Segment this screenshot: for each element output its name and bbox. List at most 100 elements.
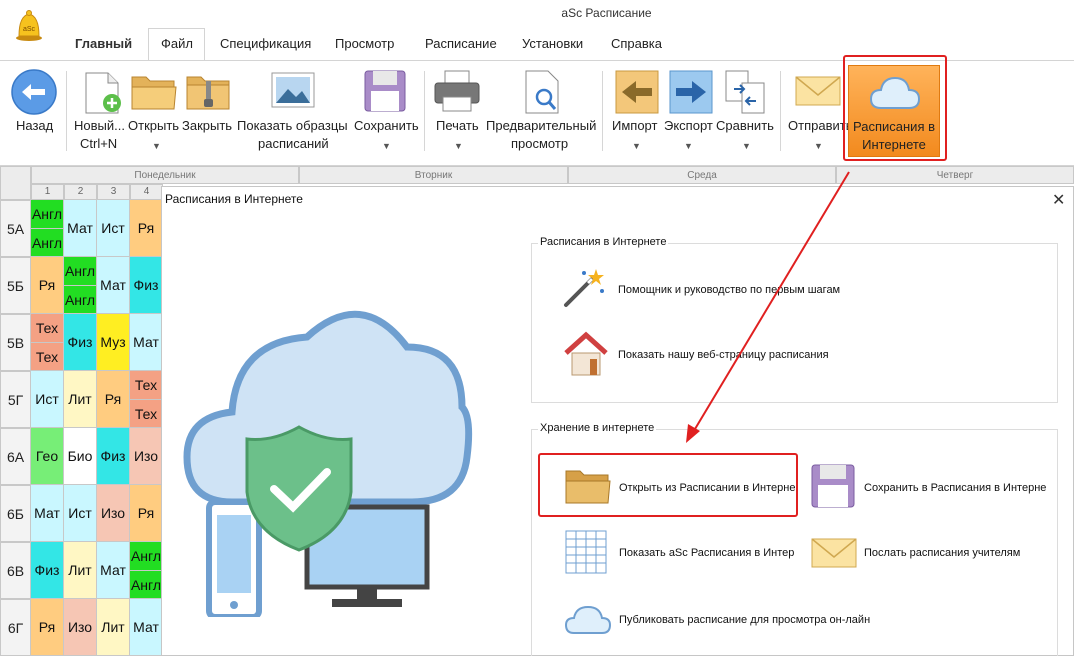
lesson-cell[interactable]: Био: [64, 428, 97, 485]
class-row-header[interactable]: 6Г: [0, 599, 31, 656]
tab-main[interactable]: Главный: [75, 36, 132, 51]
day-header-monday: Понедельник: [31, 166, 299, 184]
import-arrow-icon: [615, 70, 659, 114]
tab-help[interactable]: Справка: [611, 36, 662, 51]
send-button[interactable]: Отправить ▼: [786, 61, 852, 161]
tab-specification[interactable]: Спецификация: [220, 36, 311, 51]
tab-timetable[interactable]: Расписание: [425, 36, 497, 51]
period-header: 2: [64, 184, 97, 200]
online-timetables-dialog: Расписания в Интернете ✕ Расписания в Ин…: [161, 186, 1074, 656]
ribbon-separator: [424, 71, 425, 151]
tab-file[interactable]: Файл: [161, 36, 193, 51]
lesson-cell[interactable]: Мат: [97, 542, 130, 599]
ribbon-separator: [66, 71, 67, 151]
preview-magnifier-icon: [525, 70, 559, 114]
lesson-cell[interactable]: Англ: [130, 542, 163, 571]
class-row-header[interactable]: 6В: [0, 542, 31, 599]
period-header: 1: [31, 184, 64, 200]
save-button[interactable]: Сохранить ▼: [352, 61, 420, 161]
magic-wand-icon: [564, 269, 604, 307]
highlight-open-online: [538, 453, 798, 517]
ribbon-separator: [602, 71, 603, 151]
lesson-cell[interactable]: Изо: [97, 485, 130, 542]
lesson-cell[interactable]: Англ: [31, 228, 64, 257]
lesson-cell[interactable]: Ря: [130, 485, 163, 542]
lesson-cell[interactable]: Мат: [130, 599, 163, 656]
lesson-cell[interactable]: Тех: [31, 314, 64, 343]
lesson-cell[interactable]: Ист: [97, 200, 130, 257]
lesson-cell[interactable]: Ист: [64, 485, 97, 542]
lesson-cell[interactable]: Физ: [31, 542, 64, 599]
new-button[interactable]: Новый... Ctrl+N: [72, 61, 130, 161]
back-button[interactable]: Назад: [6, 61, 62, 161]
lesson-cell[interactable]: Ист: [31, 371, 64, 428]
lesson-cell[interactable]: Ря: [31, 599, 64, 656]
floppy-save-icon: [364, 70, 406, 112]
cloud-devices-illustration: [183, 310, 473, 617]
tab-view[interactable]: Просмотр: [335, 36, 394, 51]
lesson-cell[interactable]: Изо: [64, 599, 97, 656]
day-header-wednesday: Среда: [568, 166, 836, 184]
lesson-cell[interactable]: Физ: [97, 428, 130, 485]
lesson-cell[interactable]: Ря: [130, 200, 163, 257]
back-arrow-icon: [11, 69, 57, 115]
lesson-cell[interactable]: Лит: [64, 542, 97, 599]
close-button[interactable]: Закрыть: [182, 61, 234, 161]
open-button[interactable]: Открыть ▼: [128, 61, 182, 161]
lesson-cell[interactable]: Физ: [130, 257, 163, 314]
wizard-link[interactable]: Помощник и руководство по первым шагам: [618, 284, 840, 296]
show-samples-button[interactable]: Показать образцы расписаний: [236, 61, 352, 161]
lesson-cell[interactable]: Лит: [97, 599, 130, 656]
print-preview-button[interactable]: Предварительный просмотр: [484, 61, 598, 161]
lesson-cell[interactable]: Изо: [130, 428, 163, 485]
lesson-cell[interactable]: Англ: [31, 200, 64, 229]
period-header: 4: [130, 184, 163, 200]
class-row-header[interactable]: 6Б: [0, 485, 31, 542]
close-icon[interactable]: ✕: [1052, 190, 1065, 210]
lesson-cell[interactable]: Англ: [130, 570, 163, 599]
lesson-cell[interactable]: Мат: [130, 314, 163, 371]
image-samples-icon: [271, 72, 315, 108]
grid-table-icon: [565, 530, 607, 574]
dialog-title: Расписания в Интернете: [165, 192, 303, 206]
lesson-cell[interactable]: Тех: [130, 371, 163, 400]
import-button[interactable]: Импорт ▼: [608, 61, 666, 161]
lesson-cell[interactable]: Лит: [64, 371, 97, 428]
printer-icon: [434, 70, 480, 112]
lesson-cell[interactable]: Мат: [64, 200, 97, 257]
group-online-timetables: Расписания в Интернете: [531, 236, 1058, 403]
print-button[interactable]: Печать ▼: [430, 61, 484, 161]
new-file-icon: [85, 72, 121, 114]
lesson-cell[interactable]: Физ: [64, 314, 97, 371]
lesson-cell[interactable]: Гео: [31, 428, 64, 485]
show-online-link[interactable]: Показать aSc Расписания в Интер: [619, 547, 794, 559]
class-row-header[interactable]: 5Б: [0, 257, 31, 314]
publish-link[interactable]: Публиковать расписание для просмотра он-…: [619, 614, 870, 626]
class-row-header[interactable]: 5Г: [0, 371, 31, 428]
lesson-cell[interactable]: Мат: [97, 257, 130, 314]
lesson-cell[interactable]: Ря: [31, 257, 64, 314]
save-online-link[interactable]: Сохранить в Расписания в Интерне: [864, 482, 1046, 494]
lesson-cell[interactable]: Тех: [31, 342, 64, 371]
lesson-cell[interactable]: Тех: [130, 399, 163, 428]
export-arrow-icon: [669, 70, 713, 114]
webpage-link[interactable]: Показать нашу веб-страницу расписания: [618, 349, 829, 361]
lesson-cell[interactable]: Муз: [97, 314, 130, 371]
lesson-cell[interactable]: Ря: [97, 371, 130, 428]
day-header-thursday: Четверг: [836, 166, 1074, 184]
compare-button[interactable]: Сравнить ▼: [716, 61, 776, 161]
lesson-cell[interactable]: Мат: [31, 485, 64, 542]
tab-settings[interactable]: Установки: [522, 36, 583, 51]
envelope-icon: [795, 76, 841, 106]
window-title: aSc Расписание: [561, 6, 652, 20]
house-icon: [564, 331, 608, 376]
lesson-cell[interactable]: Англ: [64, 285, 97, 314]
lesson-cell[interactable]: Англ: [64, 257, 97, 286]
class-row-header[interactable]: 5В: [0, 314, 31, 371]
class-row-header[interactable]: 6А: [0, 428, 31, 485]
class-row-header[interactable]: 5А: [0, 200, 31, 257]
send-teachers-link[interactable]: Послать расписания учителям: [864, 547, 1020, 559]
export-button[interactable]: Экспорт ▼: [664, 61, 716, 161]
envelope-icon: [811, 538, 857, 568]
ribbon-separator: [780, 71, 781, 151]
